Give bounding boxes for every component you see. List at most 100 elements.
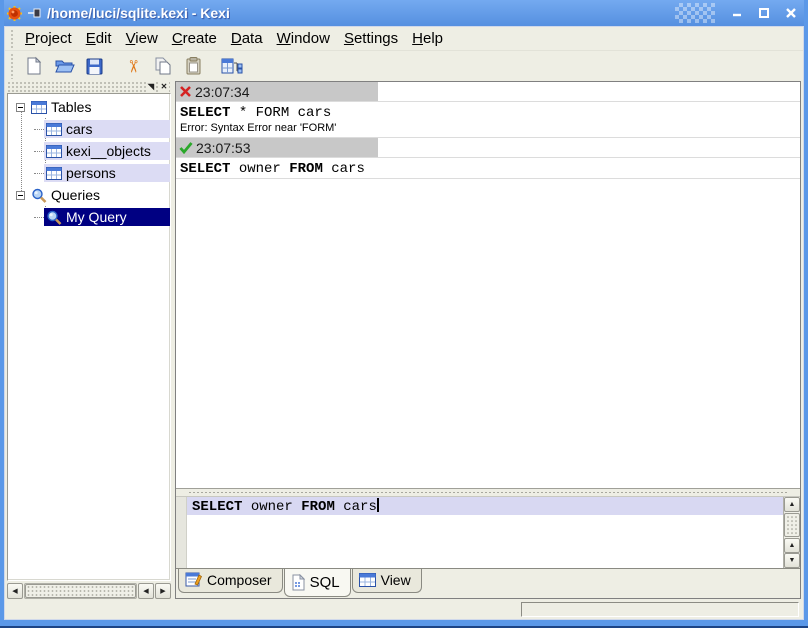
scrollbar-thumb[interactable] [25, 584, 136, 598]
tree-label: kexi__objects [66, 143, 151, 159]
tab-label: View [381, 572, 411, 588]
table-icon [31, 101, 47, 114]
tab-composer[interactable]: Composer [178, 569, 283, 593]
app-icon [6, 5, 23, 22]
menubar-handle[interactable] [10, 29, 15, 48]
history-sql-statement: SELECT * FORM cars [176, 102, 800, 122]
maximize-button[interactable] [753, 3, 775, 23]
object-tree: Tables ca [7, 93, 171, 581]
project-navigator-button[interactable] [218, 53, 246, 79]
history-sql-statement: SELECT owner FROM cars [176, 158, 800, 178]
new-document-button[interactable] [20, 53, 48, 79]
menubar: Project Edit View Create Data Window Set… [5, 27, 803, 51]
history-entry-header[interactable]: 23:07:53 [176, 138, 800, 158]
tab-view[interactable]: View [352, 569, 422, 593]
history-entry-body[interactable]: SELECT * FORM cars Error: Syntax Error n… [176, 102, 800, 138]
paste-button[interactable] [179, 53, 207, 79]
dock-restore-icon[interactable]: ◥ [146, 82, 156, 92]
history-entry-body[interactable]: SELECT owner FROM cars [176, 158, 800, 179]
minimize-button[interactable] [726, 3, 748, 23]
menu-create[interactable]: Create [165, 28, 224, 49]
close-button[interactable] [780, 3, 802, 23]
collapse-icon[interactable] [16, 103, 25, 112]
scroll-left-icon[interactable]: ◀ [138, 583, 154, 599]
tree-label: Tables [51, 99, 91, 115]
menu-project[interactable]: Project [18, 28, 79, 49]
tree-item-persons[interactable]: persons [8, 162, 170, 184]
table-icon [46, 123, 62, 136]
scroll-down-icon[interactable]: ▼ [784, 553, 800, 568]
success-icon [179, 141, 193, 154]
kexi-window: /home/luci/sqlite.kexi - Kexi Project Ed… [0, 0, 808, 628]
project-navigator-pane: ◥ ✕ [7, 81, 171, 599]
menu-settings[interactable]: Settings [337, 28, 405, 49]
sql-history-list: 23:07:34 SELECT * FORM cars Error: Synta… [176, 82, 800, 489]
status-panel [521, 602, 799, 617]
tab-sql[interactable]: SQL [284, 569, 351, 597]
magnifier-icon [31, 188, 47, 203]
copy-button[interactable] [149, 53, 177, 79]
tree-item-cars[interactable]: cars [8, 118, 170, 140]
tree-item-kexi-objects[interactable]: kexi__objects [8, 140, 170, 162]
tree-label: persons [66, 165, 116, 181]
history-timestamp: 23:07:53 [196, 140, 251, 156]
tree-label: Queries [51, 187, 100, 203]
tree-item-queries[interactable]: Queries [8, 184, 170, 206]
table-icon [46, 145, 62, 158]
titlebar[interactable]: /home/luci/sqlite.kexi - Kexi [4, 0, 804, 26]
sql-editor[interactable]: SELECT owner FROM cars ▲ ▲ ▼ [176, 496, 800, 568]
menu-help[interactable]: Help [405, 28, 450, 49]
titlebar-decoration [675, 3, 715, 23]
menu-data[interactable]: Data [224, 28, 270, 49]
tree-connector [34, 173, 44, 174]
save-button[interactable] [80, 53, 108, 79]
tab-label: Composer [207, 572, 272, 588]
tree-connector [34, 129, 44, 130]
tree-label: My Query [66, 209, 127, 225]
toolbar: ✂ [5, 51, 803, 81]
menu-edit[interactable]: Edit [79, 28, 119, 49]
sql-page-icon [291, 574, 305, 591]
cut-icon: ✂ [125, 59, 142, 73]
scroll-up-icon[interactable]: ▲ [784, 538, 800, 553]
app-frame: Project Edit View Create Data Window Set… [4, 26, 804, 620]
error-icon [179, 85, 192, 98]
tree-connector [34, 151, 44, 152]
tab-label: SQL [310, 574, 340, 591]
editor-current-line[interactable]: SELECT owner FROM cars [187, 497, 783, 515]
tree-item-tables[interactable]: Tables [8, 96, 170, 118]
editor-vertical-scrollbar[interactable]: ▲ ▲ ▼ [783, 497, 800, 568]
history-entry-header[interactable]: 23:07:34 [176, 82, 800, 102]
dock-close-icon[interactable]: ✕ [159, 82, 169, 92]
dock-header[interactable]: ◥ ✕ [7, 81, 171, 93]
project-navigator-icon [221, 56, 243, 76]
table-icon [46, 167, 62, 180]
splitter-grip [188, 491, 787, 494]
toolbar-handle[interactable] [10, 53, 15, 79]
history-timestamp: 23:07:34 [195, 84, 250, 100]
open-folder-icon [54, 56, 75, 76]
scrollbar-thumb[interactable] [784, 513, 800, 537]
workspace: ◥ ✕ [5, 81, 803, 599]
editor-text-area[interactable]: SELECT owner FROM cars [187, 497, 783, 568]
copy-icon [153, 56, 173, 76]
cut-button[interactable]: ✂ [119, 53, 147, 79]
view-mode-tabbar: Composer SQL [176, 568, 800, 598]
save-icon [85, 57, 104, 76]
menu-view[interactable]: View [119, 28, 165, 49]
menu-window[interactable]: Window [270, 28, 337, 49]
magnifier-icon [46, 210, 62, 225]
history-error-message: Error: Syntax Error near 'FORM' [176, 122, 800, 137]
pin-icon[interactable] [28, 7, 42, 19]
sidebar-horizontal-scrollbar[interactable]: ◀ ◀ ▶ [7, 583, 171, 599]
open-button[interactable] [50, 53, 78, 79]
scrollbar-track[interactable] [24, 583, 137, 599]
scroll-left-icon[interactable]: ◀ [7, 583, 23, 599]
tree-item-my-query[interactable]: My Query [8, 206, 170, 228]
tree-label: cars [66, 121, 92, 137]
scroll-up-icon[interactable]: ▲ [784, 497, 800, 512]
splitter-handle[interactable] [176, 489, 800, 496]
scroll-right-icon[interactable]: ▶ [155, 583, 171, 599]
collapse-icon[interactable] [16, 191, 25, 200]
editor-gutter [176, 497, 187, 568]
